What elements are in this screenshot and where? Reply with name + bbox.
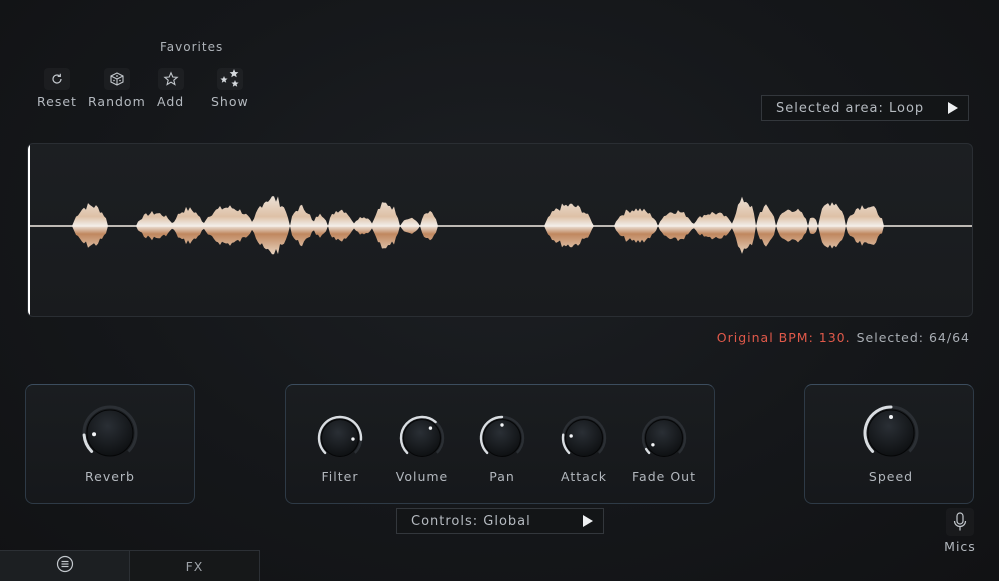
selected-area-label: Selected area: Loop (776, 100, 925, 116)
star-icon (158, 68, 184, 90)
stars-icon (217, 68, 243, 90)
reset-button[interactable]: Reset (37, 68, 77, 109)
tab-main[interactable] (0, 550, 130, 581)
add-favorite-button[interactable]: Add (157, 68, 184, 109)
favorites-title: Favorites (160, 40, 224, 54)
pan-label: Pan (489, 469, 515, 484)
bpm-info: Original BPM: 130. Selected: 64/64 (717, 330, 970, 345)
fade-out-knob[interactable]: Fade Out (628, 413, 700, 484)
random-button[interactable]: Random (88, 68, 146, 109)
volume-label: Volume (395, 469, 449, 484)
show-favorites-button[interactable]: Show (211, 68, 249, 109)
menu-list-icon (56, 555, 74, 577)
mics-label: Mics (944, 539, 976, 554)
attack-knob[interactable]: Attack (552, 413, 616, 484)
speed-panel: Speed (804, 384, 974, 504)
reverb-label: Reverb (85, 469, 135, 484)
play-icon[interactable] (947, 101, 959, 119)
original-bpm: Original BPM: 130. (716, 330, 851, 345)
mics-button[interactable]: Mics (938, 508, 982, 554)
controls-selector[interactable]: Controls: Global (396, 508, 604, 534)
selected-area-selector[interactable]: Selected area: Loop (761, 95, 969, 121)
reverb-knob[interactable]: Reverb (78, 403, 142, 484)
play-icon[interactable] (582, 514, 594, 532)
attack-label: Attack (561, 469, 607, 484)
selected-count: Selected: 64/64 (856, 330, 970, 345)
dice-icon (104, 68, 130, 90)
speed-label: Speed (868, 469, 914, 484)
speed-knob[interactable]: Speed (859, 403, 923, 484)
tab-fx-label: FX (185, 558, 204, 574)
reset-icon (44, 68, 70, 90)
volume-knob[interactable]: Volume (390, 413, 454, 484)
controls-label: Controls: Global (411, 513, 531, 529)
waveform[interactable] (28, 144, 973, 317)
tab-fx[interactable]: FX (130, 550, 260, 581)
filter-knob[interactable]: Filter (310, 413, 370, 484)
microphone-icon (946, 508, 974, 536)
reset-label: Reset (37, 94, 77, 109)
fade-out-label: Fade Out (632, 469, 696, 484)
reverb-panel: Reverb (25, 384, 195, 504)
filter-label: Filter (321, 469, 359, 484)
controls-panel: Filter Volume Pan Attack Fade Out (285, 384, 715, 504)
pan-knob[interactable]: Pan (472, 413, 532, 484)
show-label: Show (211, 94, 249, 109)
add-label: Add (157, 94, 185, 109)
random-label: Random (88, 94, 146, 109)
waveform-display[interactable] (27, 143, 973, 317)
